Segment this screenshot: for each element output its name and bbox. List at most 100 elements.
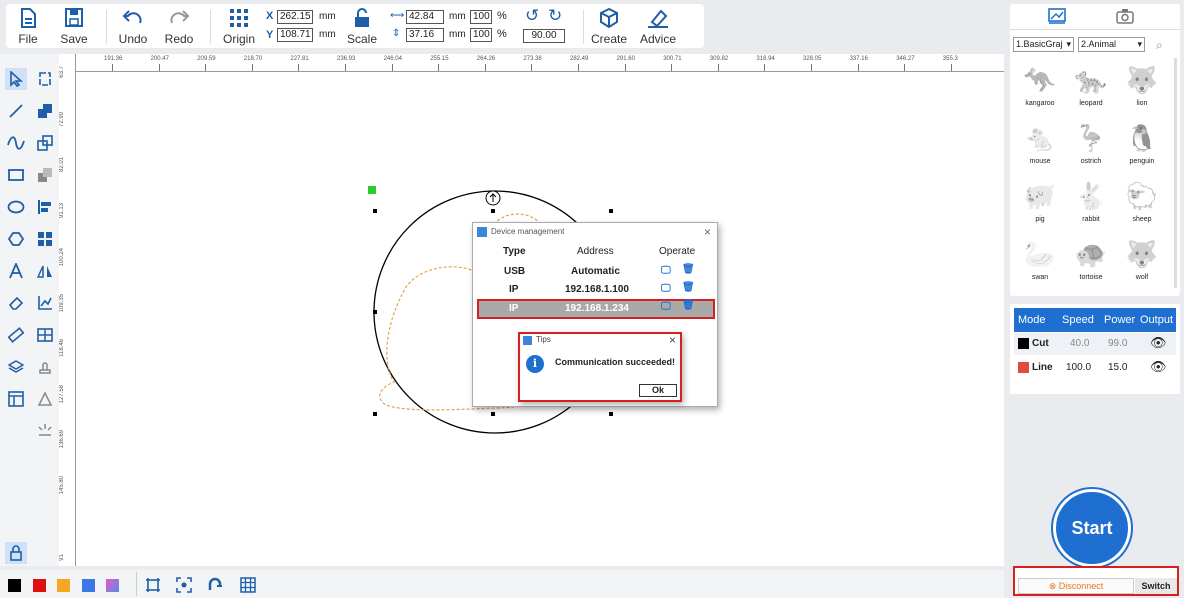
rectangle-tool-icon[interactable] [5,164,27,186]
device-row-ip1[interactable]: IP 192.168.1.100 🖵 🗑 [477,281,715,299]
width-percent-input[interactable]: 100 [470,10,492,24]
curve-tool-icon[interactable] [5,132,27,154]
h-ruler-tick-label: 218.70 [243,56,263,62]
image-tab-icon[interactable] [1048,8,1068,26]
pen-curve-icon[interactable] [34,388,56,410]
device-row-ip2-selected[interactable]: IP 192.168.1.234 🖵 🗑 [477,299,715,319]
device-type: USB [504,266,526,277]
grid-icon[interactable] [240,577,256,596]
animal-label: wolf [1135,274,1149,281]
union-icon[interactable] [34,100,56,122]
device-row-usb[interactable]: USB Automatic 🖵 🗑 [477,263,715,281]
trash-icon[interactable]: 🗑 [682,264,695,275]
layer-speed[interactable]: 40.0 [1070,338,1089,349]
close-icon[interactable]: × [669,333,676,347]
eye-icon[interactable]: 👁 [1150,335,1167,351]
animal-item-sheep[interactable]: 🐑 sheep [1117,176,1167,223]
layer-power[interactable]: 15.0 [1108,362,1127,373]
color-swatch[interactable] [57,579,70,592]
animal-item-penguin[interactable]: 🐧 penguin [1117,118,1167,165]
scan-icon[interactable] [176,577,192,596]
animal-item-tortoise[interactable]: 🐢 tortoise [1066,234,1116,281]
ok-button[interactable]: Ok [639,384,677,397]
rotate-ccw-icon[interactable]: ↺ [525,6,539,26]
h-ruler-tick [391,64,393,71]
animal-item-rabbit[interactable]: 🐇 rabbit [1066,176,1116,223]
height-input[interactable]: 37.16 [406,28,444,42]
align-left-icon[interactable] [34,196,56,218]
animal-item-lion[interactable]: 🐺 lion [1117,60,1167,107]
trash-icon[interactable]: 🗑 [682,300,695,311]
animal-item-kangaroo[interactable]: 🦘 kangaroo [1015,60,1065,107]
lock-icon[interactable] [5,542,27,564]
layout-icon[interactable] [5,388,27,410]
close-icon[interactable]: × [704,225,711,239]
layer-color-swatch[interactable] [1018,362,1029,373]
select-tool-icon[interactable] [5,68,27,90]
save-label: Save [60,32,88,46]
x-position-input[interactable]: 262.15 [277,10,313,24]
mirror-icon[interactable] [34,260,56,282]
polygon-tool-icon[interactable] [5,228,27,250]
start-button[interactable]: Start [1053,489,1131,567]
width-input[interactable]: 42.84 [406,10,444,24]
measure-chart-icon[interactable] [34,292,56,314]
connect-monitor-icon[interactable]: 🖵 [661,265,671,276]
animal-label: lion [1136,100,1148,107]
create-button[interactable]: Create [587,7,631,46]
rotate-cw-icon[interactable]: ↻ [548,6,562,26]
layers-icon[interactable] [5,356,27,378]
y-position-input[interactable]: 108.71 [277,28,313,42]
camera-tab-icon[interactable] [1116,8,1136,26]
array-icon[interactable] [34,228,56,250]
connect-monitor-icon[interactable]: 🖵 [661,283,671,294]
disconnect-button[interactable]: ⊗ Disconnect [1018,578,1134,594]
ellipse-tool-icon[interactable] [5,196,27,218]
device-address: 192.168.1.100 [565,284,629,295]
animal-item-ostrich[interactable]: 🦩 ostrich [1066,118,1116,165]
stamp-icon[interactable] [34,356,56,378]
trash-icon[interactable]: 🗑 [682,282,695,293]
undo-button[interactable]: Undo [111,8,155,46]
color-swatch[interactable] [8,579,21,592]
laser-spark-icon[interactable] [34,420,56,442]
eye-icon[interactable]: 👁 [1150,359,1167,375]
layer-row-cut[interactable]: Cut 40.0 99.0 👁 [1014,333,1176,355]
redo-button[interactable]: Redo [157,8,201,46]
ruler-icon[interactable] [5,324,27,346]
scrollbar[interactable] [1174,58,1177,288]
magnet-icon[interactable] [207,577,223,596]
advice-button[interactable]: Advice [636,8,680,46]
layer-row-line[interactable]: Line 100.0 15.0 👁 [1014,357,1176,379]
color-swatch[interactable] [106,579,119,592]
animal-item-mouse[interactable]: 🐁 mouse [1015,118,1065,165]
origin-button[interactable]: Origin [217,8,261,46]
text-tool-icon[interactable] [5,260,27,282]
line-tool-icon[interactable] [5,100,27,122]
color-swatch[interactable] [32,579,46,592]
animal-item-leopard[interactable]: 🐆 leopard [1066,60,1116,107]
animal-item-swan[interactable]: 🦢 swan [1015,234,1065,281]
save-button[interactable]: Save [52,8,96,46]
height-percent-input[interactable]: 100 [470,28,492,42]
layer-color-swatch[interactable] [1018,338,1029,349]
layer-speed[interactable]: 100.0 [1066,362,1091,373]
barcode-icon[interactable] [34,324,56,346]
scale-lock-button[interactable]: Scale [340,8,384,46]
search-icon[interactable]: ⌕ [1156,38,1163,53]
rotation-input[interactable]: 90.00 [523,29,565,43]
animal-item-wolf[interactable]: 🐺 wolf [1117,234,1167,281]
frame-icon[interactable] [145,577,161,596]
switch-button[interactable]: Switch [1135,578,1177,594]
eraser-icon[interactable] [5,292,27,314]
category-select-2[interactable]: 2.Animal ▾ [1078,37,1145,52]
category-select-1[interactable]: 1.BasicGraj ▾ [1013,37,1074,52]
layer-power[interactable]: 99.0 [1108,338,1127,349]
file-button[interactable]: File [6,8,50,46]
node-edit-icon[interactable] [34,68,56,90]
connect-monitor-icon[interactable]: 🖵 [661,301,671,312]
intersect-icon[interactable] [34,164,56,186]
animal-item-pig[interactable]: 🐖 pig [1015,176,1065,223]
subtract-icon[interactable] [34,132,56,154]
color-swatch[interactable] [81,579,95,592]
